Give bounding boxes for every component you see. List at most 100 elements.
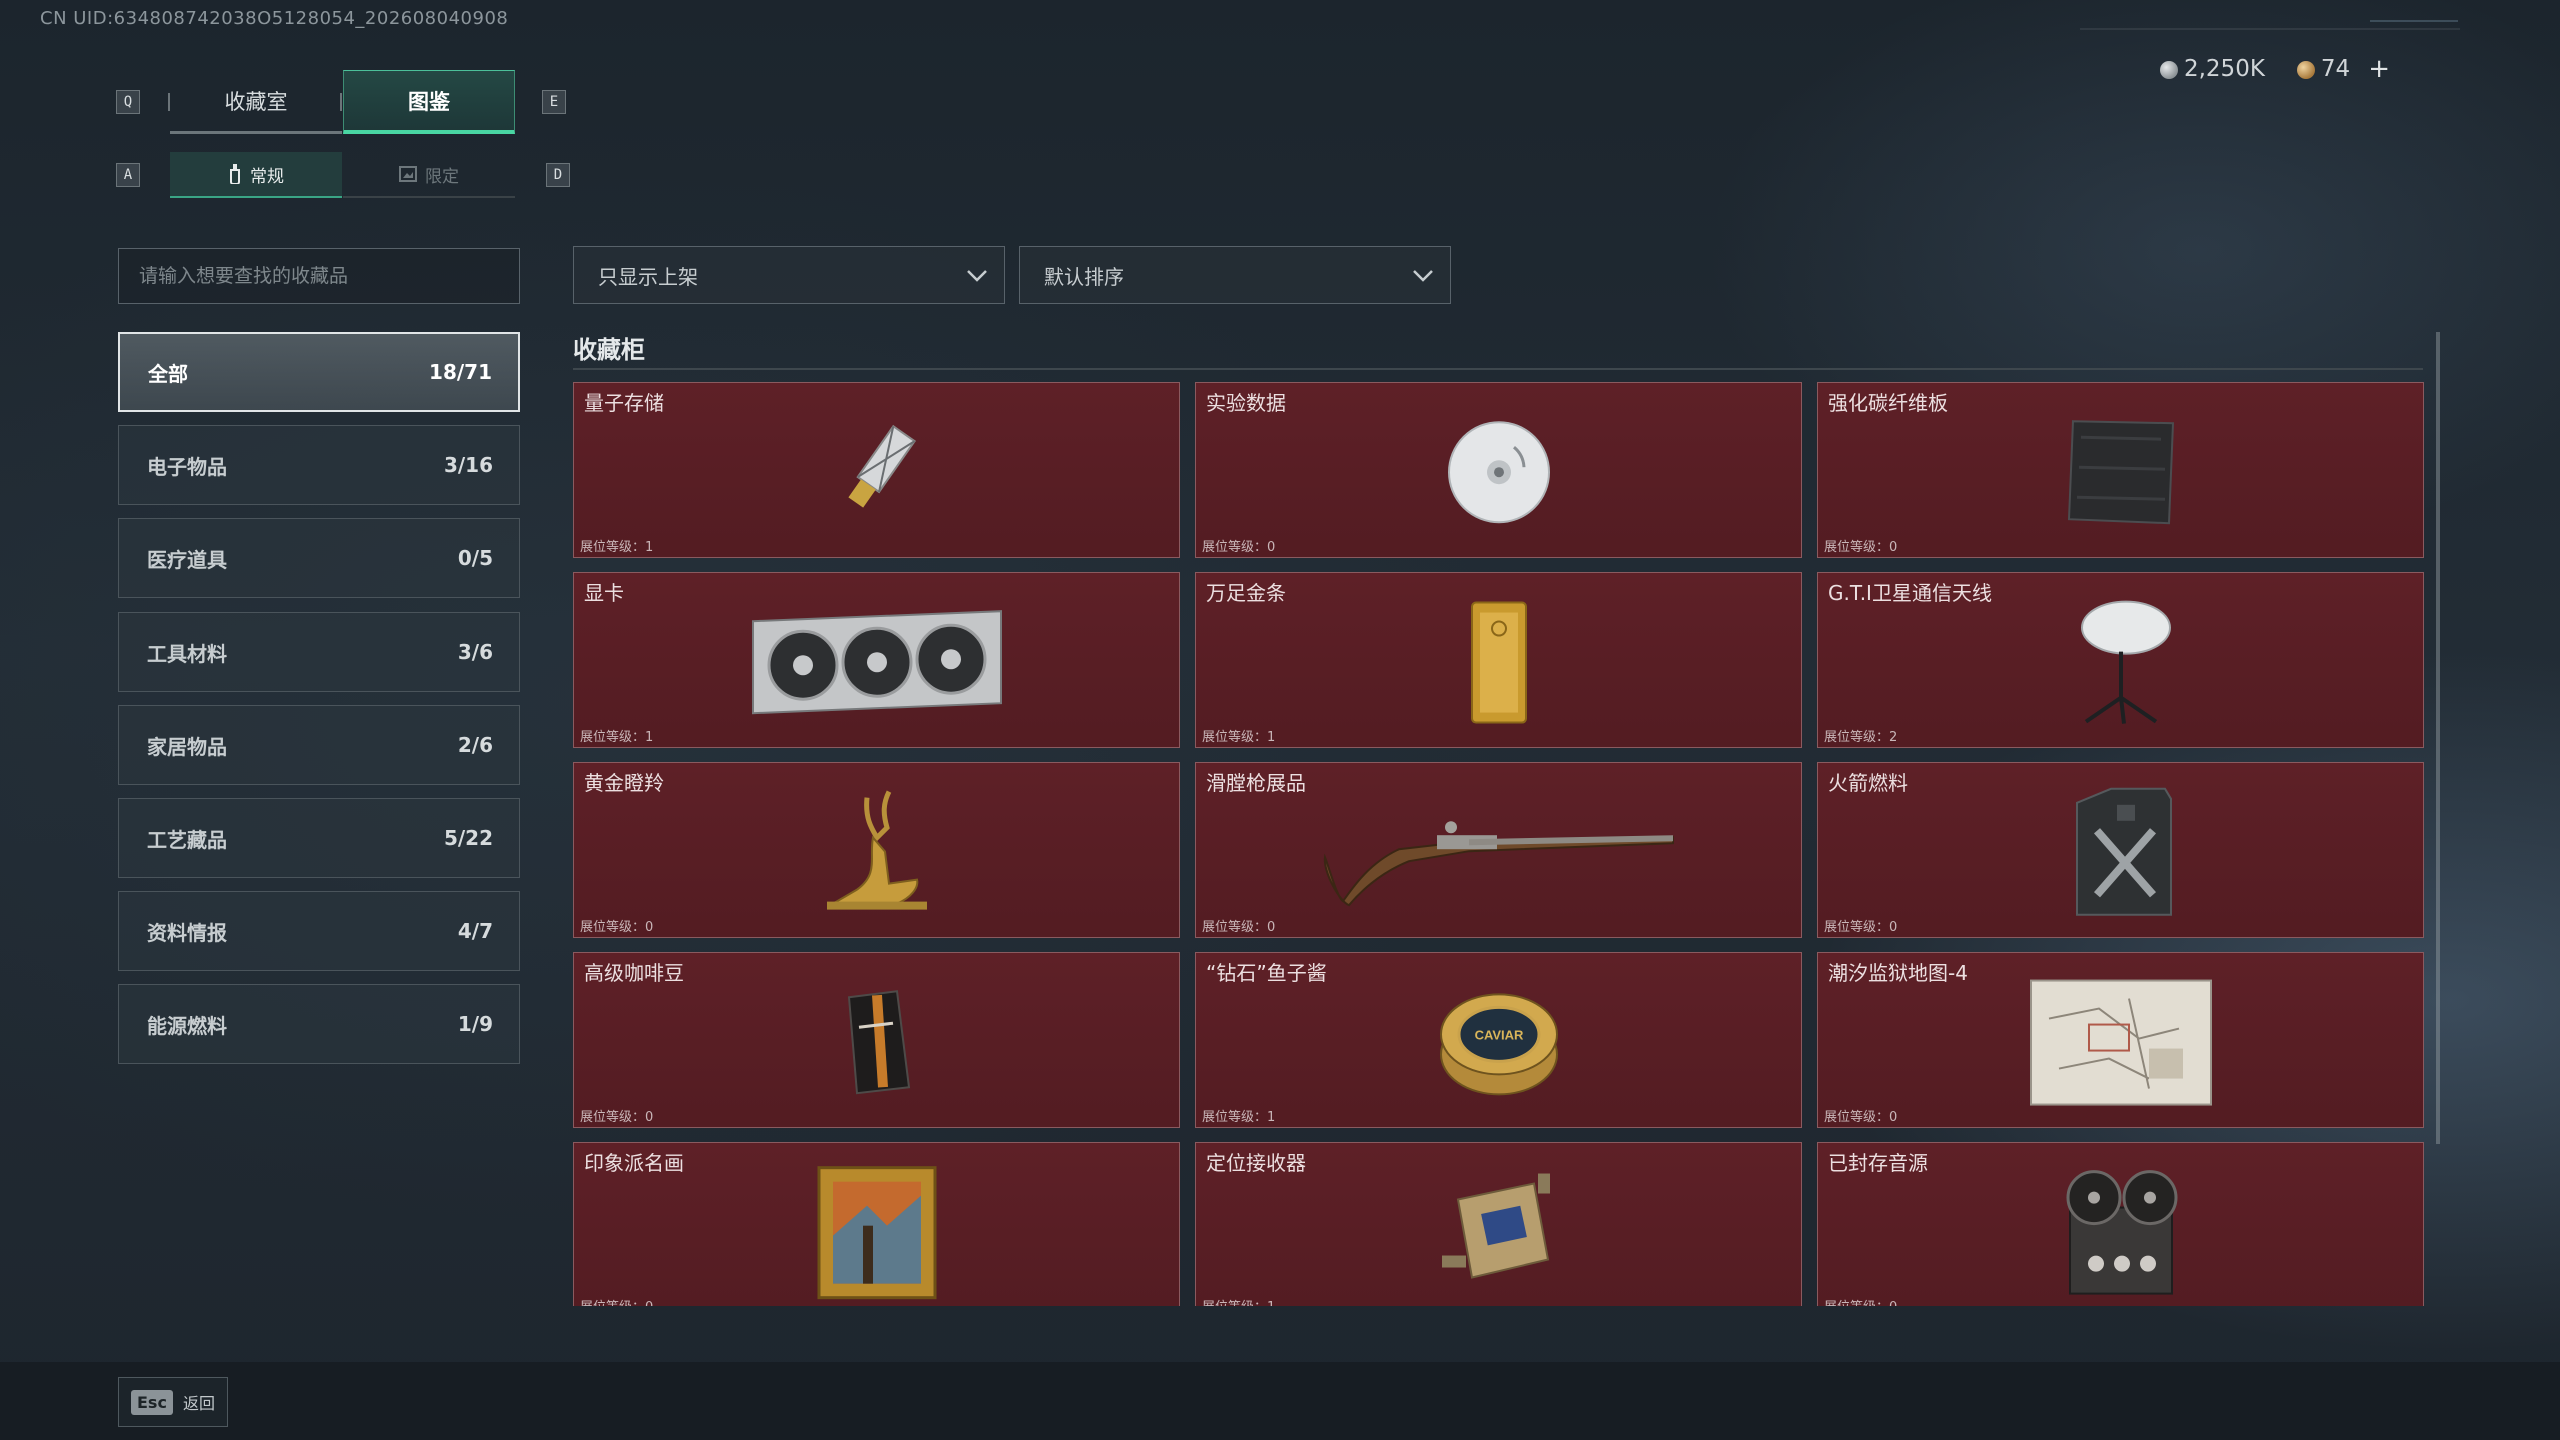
collection-card[interactable]: 印象派名画 展位等级：0	[573, 1142, 1180, 1306]
collection-card[interactable]: 潮汐监狱地图-4 展位等级：0	[1817, 952, 2424, 1128]
key-hint-d: D	[546, 163, 570, 187]
item-level: 展位等级：1	[1202, 730, 1276, 745]
silver-currency: 2,250K	[2159, 56, 2265, 82]
category-label: 工艺藏品	[147, 827, 227, 852]
collection-card[interactable]: 火箭燃料 展位等级：0	[1817, 762, 2424, 938]
item-level: 展位等级：0	[1202, 920, 1276, 935]
collection-card[interactable]: “钻石”鱼子酱 CAVIAR 展位等级：1	[1195, 952, 1802, 1128]
item-name: 火箭燃料	[1828, 771, 1908, 795]
item-name: 黄金瞪羚	[584, 771, 664, 795]
item-name: G.T.I卫星通信天线	[1828, 581, 1992, 605]
sort-dropdown[interactable]: 默认排序	[1019, 246, 1451, 304]
silver-amount: 2,250K	[2183, 56, 2265, 82]
category-count: 5/22	[443, 826, 493, 850]
receiver-icon	[1441, 1173, 1550, 1279]
subtab-limited-label: 限定	[425, 166, 459, 187]
collection-card[interactable]: 已封存音源 展位等级：0	[1817, 1142, 2424, 1306]
item-level: 展位等级：0	[580, 1296, 653, 1306]
category-count: 0/5	[457, 546, 493, 570]
collection-search-input[interactable]	[118, 248, 520, 304]
category-label: 资料情报	[147, 920, 227, 945]
item-name: 定位接收器	[1206, 1151, 1306, 1175]
category-all[interactable]: 全部 18/71	[118, 332, 520, 412]
section-title: 收藏柜	[573, 336, 645, 364]
key-hint-e: E	[542, 90, 566, 114]
gold-amount: 74	[2320, 56, 2351, 82]
category-label: 电子物品	[147, 454, 227, 479]
currency-bar: 2,250K 74 +	[2159, 54, 2390, 84]
collection-card[interactable]: 滑膛枪展品 展位等级：0	[1195, 762, 1802, 938]
category-medical[interactable]: 医疗道具 0/5	[118, 518, 520, 598]
category-household[interactable]: 家居物品 2/6	[118, 705, 520, 785]
collection-card[interactable]: 定位接收器 展位等级：1	[1195, 1142, 1802, 1306]
category-count: 4/7	[457, 919, 493, 943]
category-intel[interactable]: 资料情报 4/7	[118, 891, 520, 971]
gold-coin-icon	[2296, 60, 2315, 79]
collection-card[interactable]: 强化碳纤维板 展位等级：0	[1817, 382, 2424, 558]
item-level: 展位等级：2	[1824, 730, 1898, 745]
item-name: 量子存储	[584, 391, 664, 415]
item-name: 万足金条	[1206, 581, 1286, 605]
caviar-tin-icon: CAVIAR	[1439, 993, 1558, 1096]
collection-card[interactable]: 高级咖啡豆 展位等级：0	[573, 952, 1180, 1128]
tab-collection-room[interactable]: 收藏室	[170, 70, 342, 134]
gazelle-statue-icon	[826, 790, 927, 910]
disc-icon	[1447, 421, 1550, 524]
category-count: 2/6	[457, 733, 493, 757]
back-button[interactable]: Esc 返回	[118, 1377, 228, 1427]
category-label: 工具材料	[147, 641, 227, 666]
add-currency-button[interactable]: +	[2368, 54, 2390, 84]
category-crafts[interactable]: 工艺藏品 5/22	[118, 798, 520, 878]
collection-card[interactable]: 实验数据 展位等级：0	[1195, 382, 1802, 558]
item-level: 展位等级：0	[1824, 540, 1898, 555]
display-filter-dropdown[interactable]: 只显示上架	[573, 246, 1005, 304]
decor-line	[2370, 20, 2458, 22]
gold-bar-icon	[1470, 601, 1527, 724]
coffee-bag-icon	[847, 990, 910, 1095]
category-label: 家居物品	[147, 734, 227, 759]
item-name: 高级咖啡豆	[584, 961, 684, 985]
category-count: 3/6	[457, 640, 493, 664]
subtab-limited[interactable]: 限定	[343, 152, 515, 198]
item-name: 已封存音源	[1828, 1151, 1928, 1175]
item-name: 显卡	[584, 581, 624, 605]
tape-recorder-icon	[2066, 1170, 2177, 1295]
subtab-regular[interactable]: 常规	[170, 152, 342, 198]
item-level: 展位等级：0	[1202, 540, 1276, 555]
collection-card[interactable]: 显卡 展位等级：1	[573, 572, 1180, 748]
section-divider	[573, 368, 2423, 370]
item-level: 展位等级：1	[580, 730, 654, 745]
map-icon	[2029, 979, 2212, 1106]
tab-catalog[interactable]: 图鉴	[343, 70, 515, 134]
item-name: 实验数据	[1206, 391, 1286, 415]
category-count: 1/9	[457, 1012, 493, 1036]
category-energy[interactable]: 能源燃料 1/9	[118, 984, 520, 1064]
carbon-plate-icon	[2067, 420, 2174, 525]
collection-grid: 量子存储 展位等级：1 实验数据 展位等级：0 强化碳纤维板 展位等级：0 显卡…	[573, 382, 2425, 1306]
gold-currency: 74	[2296, 56, 2351, 82]
item-name: 潮汐监狱地图-4	[1828, 961, 1968, 985]
item-name: 强化碳纤维板	[1828, 391, 1948, 415]
chevron-down-icon	[1413, 270, 1433, 282]
category-count: 3/16	[443, 453, 493, 477]
item-level: 展位等级：1	[580, 540, 654, 555]
usb-drive-icon	[847, 424, 916, 508]
category-tools[interactable]: 工具材料 3/6	[118, 612, 520, 692]
collection-card[interactable]: 万足金条 展位等级：1	[1195, 572, 1802, 748]
graphics-card-icon	[751, 610, 1002, 715]
display-filter-value: 只显示上架	[598, 264, 698, 289]
bottle-icon	[230, 164, 240, 184]
category-count: 18/71	[429, 360, 492, 384]
frame-icon	[399, 166, 417, 182]
grid-scrollbar[interactable]	[2436, 332, 2440, 1144]
esc-key-hint: Esc	[131, 1389, 173, 1415]
satellite-dish-icon	[2080, 600, 2171, 724]
collection-card[interactable]: 量子存储 展位等级：1	[573, 382, 1180, 558]
category-label: 能源燃料	[147, 1013, 227, 1038]
collection-card[interactable]: G.T.I卫星通信天线 展位等级：2	[1817, 572, 2424, 748]
bottom-bar	[0, 1362, 2560, 1440]
category-electronics[interactable]: 电子物品 3/16	[118, 425, 520, 505]
item-level: 展位等级：0	[1824, 920, 1898, 935]
item-name: “钻石”鱼子酱	[1206, 961, 1327, 985]
collection-card[interactable]: 黄金瞪羚 展位等级：0	[573, 762, 1180, 938]
